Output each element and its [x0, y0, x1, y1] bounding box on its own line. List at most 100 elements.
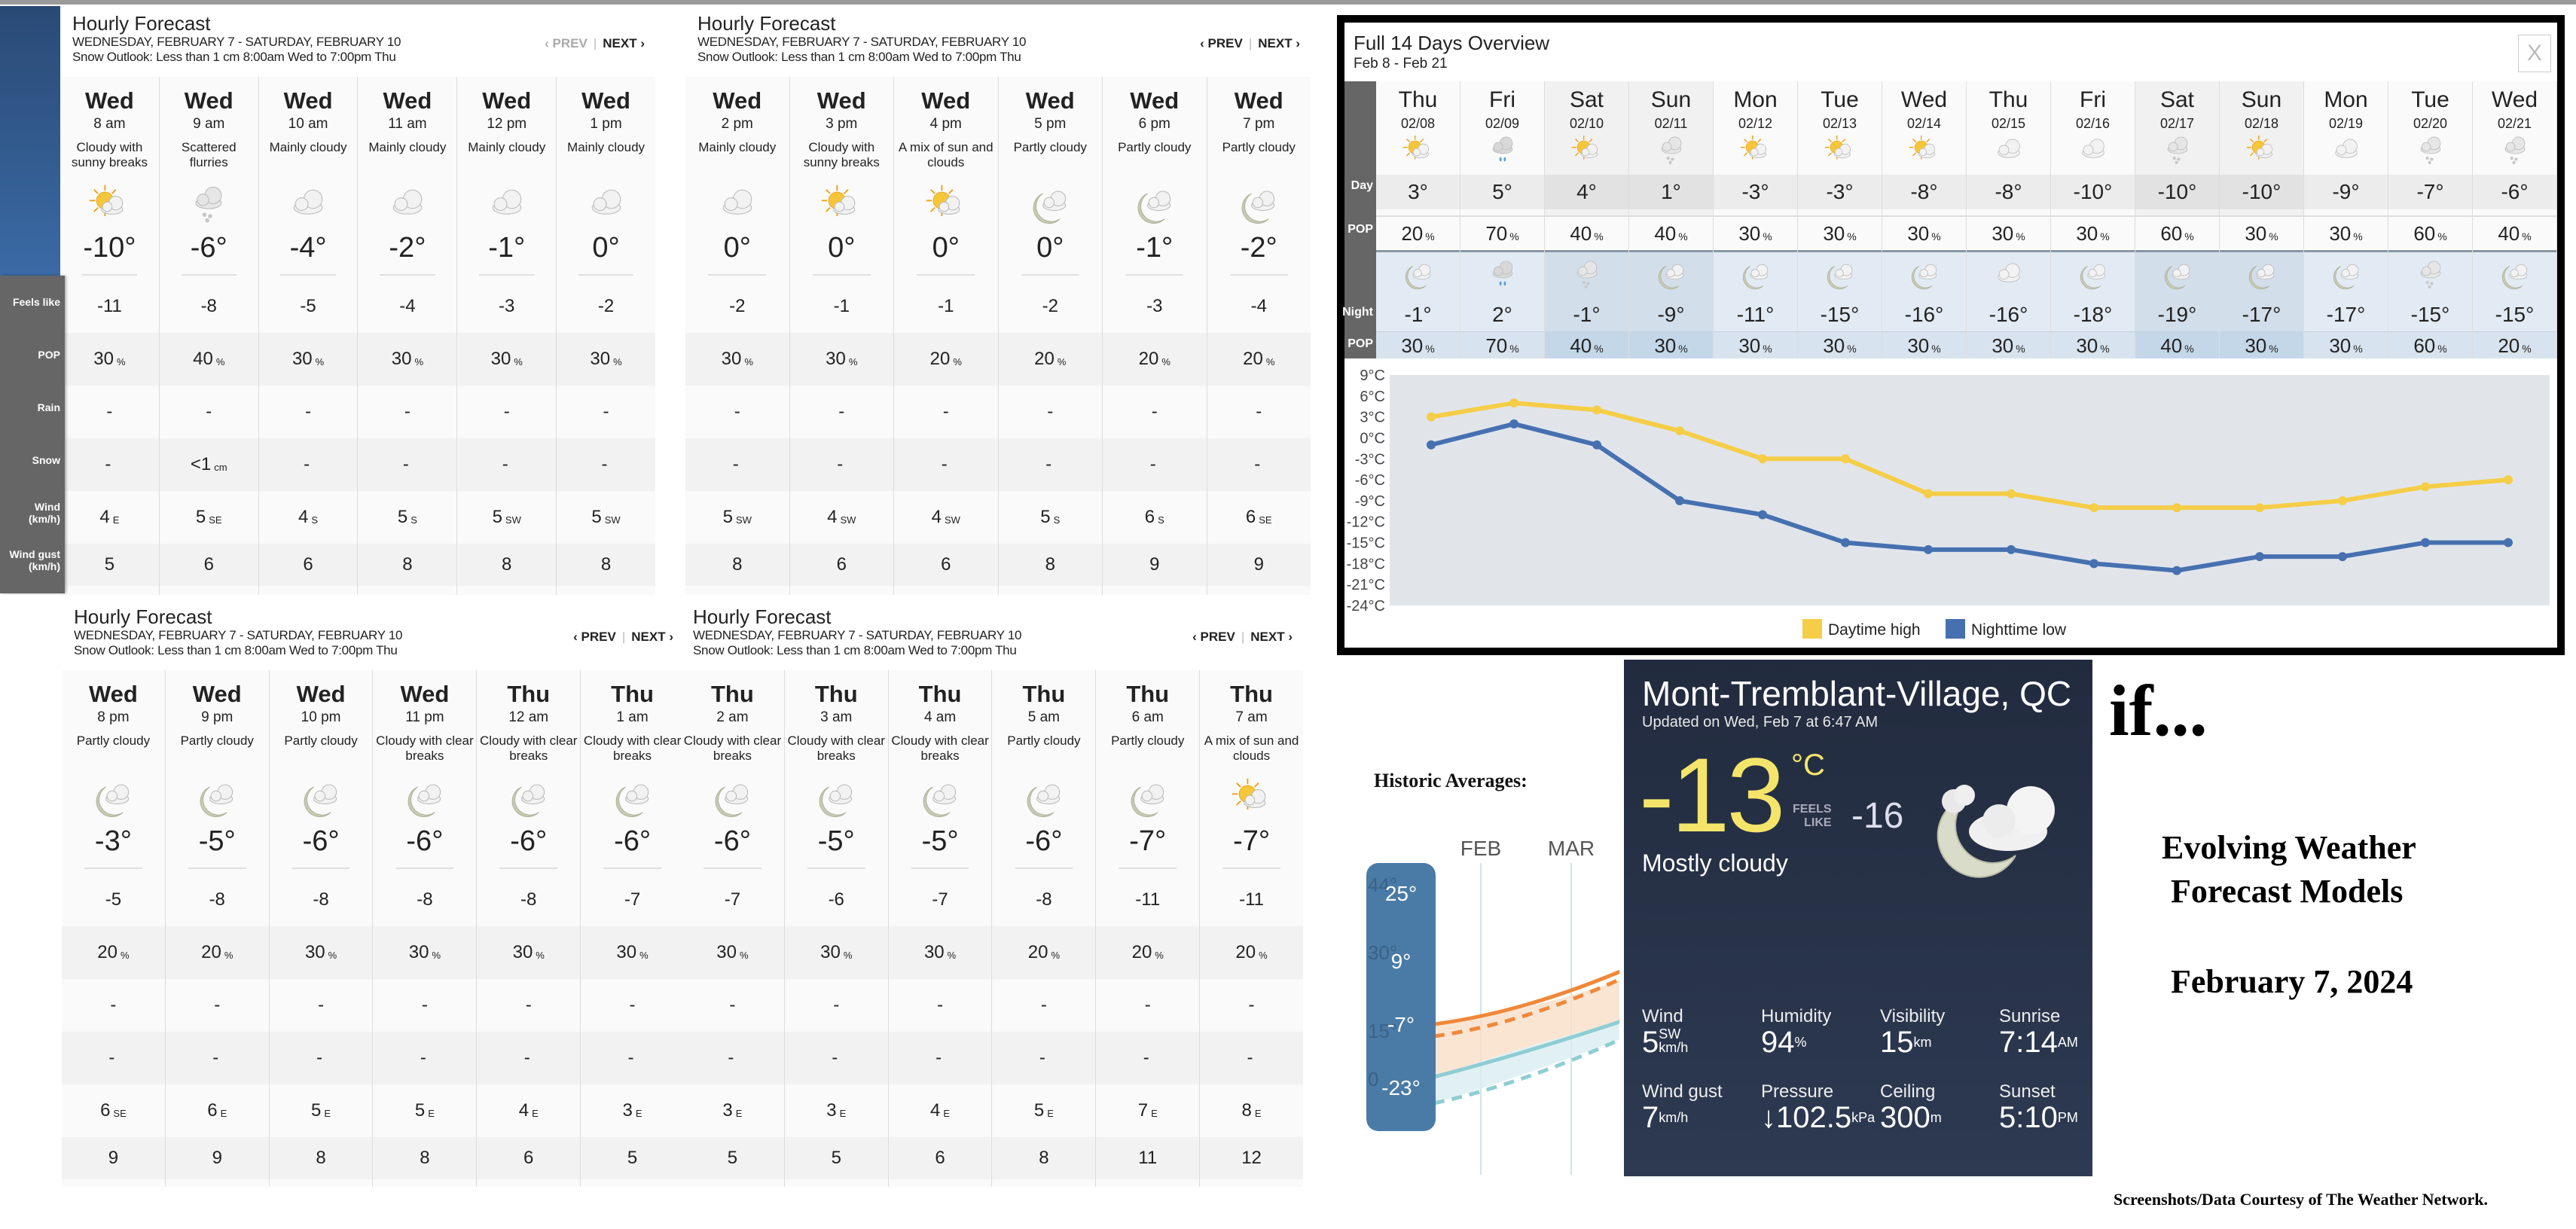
- wind-value: 4: [931, 507, 942, 527]
- wind-gust-cell: 8: [373, 1137, 477, 1179]
- feels-like-value: -11: [1135, 889, 1161, 910]
- scale-label: 9°: [1391, 950, 1412, 973]
- rain-value: -: [404, 401, 411, 422]
- hour-summary: Wed 7 pm Partly cloudy -2°: [1207, 77, 1311, 280]
- night-pop-value: 30: [1654, 334, 1677, 357]
- pop-unit: %: [843, 949, 853, 961]
- prev-button[interactable]: ‹ PREV: [1200, 36, 1243, 50]
- divider: [81, 274, 138, 276]
- cloud-icon: [715, 182, 760, 227]
- next-button[interactable]: NEXT ›: [631, 630, 673, 644]
- hour-time: 3 am: [820, 709, 853, 725]
- pct-unit: %: [1594, 230, 1604, 242]
- night-low: -1°: [1573, 303, 1601, 326]
- prev-button[interactable]: ‹ PREV: [545, 36, 588, 50]
- pop-value: 30: [721, 349, 742, 369]
- day-high: -9°: [2304, 175, 2388, 209]
- close-button[interactable]: X: [2518, 35, 2551, 72]
- data-point-low: [1924, 544, 1933, 554]
- pop-value: 20: [929, 349, 951, 369]
- next-button[interactable]: NEXT ›: [1258, 36, 1300, 50]
- hour-summary: Thu 6 am Partly cloudy -7°: [1096, 670, 1199, 874]
- pop-value: 20: [1235, 942, 1256, 962]
- next-button[interactable]: NEXT ›: [603, 36, 645, 50]
- day-pop: 60%: [2388, 215, 2472, 249]
- feels-like-value: -2: [1042, 296, 1058, 316]
- day-high: -8°: [1967, 175, 2050, 209]
- hour-temperature: -1°: [1136, 232, 1174, 264]
- pop-value: 30: [490, 349, 511, 369]
- pop-cell: 30%: [789, 333, 893, 386]
- day-high: -10°: [2135, 175, 2219, 209]
- wind-direction: E: [1254, 1107, 1262, 1119]
- moon-cloud-icon: [1918, 765, 2061, 878]
- hour-temperature: -6°: [190, 232, 227, 264]
- hourly-header: Hourly Forecast WEDNESDAY, FEBRUARY 7 - …: [62, 599, 684, 666]
- wind-gust-cell: 6: [894, 544, 998, 586]
- wind-gust-cell: 6: [159, 544, 258, 586]
- hour-column: Thu 4 am Cloudy with clear breaks -5° -7…: [888, 670, 993, 1187]
- sun-cloud-icon: [1738, 133, 1773, 169]
- divider: [380, 274, 435, 276]
- pop-value: 30: [820, 942, 841, 962]
- snow-cell: -: [581, 1032, 684, 1084]
- prev-button[interactable]: ‹ PREV: [1192, 630, 1235, 644]
- wind-cell: 5 SW: [557, 491, 655, 544]
- hour-column: Wed 11 am Mainly cloudy -2° -4 30% - - 5…: [358, 77, 458, 595]
- night-pop-value: 30: [1738, 334, 1761, 357]
- day-of-week: Mon: [1733, 87, 1778, 112]
- hourly-forecast-panel-2: Hourly Forecast WEDNESDAY, FEBRUARY 7 - …: [685, 6, 1311, 595]
- divider: [280, 274, 336, 276]
- rain-cell: -: [165, 979, 269, 1032]
- pop-unit: %: [953, 355, 962, 367]
- next-button[interactable]: NEXT ›: [1250, 630, 1293, 644]
- stat-unit-top: SW: [1659, 1026, 1681, 1041]
- snow-value: -: [601, 454, 608, 474]
- wind-direction: E: [839, 1107, 847, 1119]
- pct-unit: %: [2522, 230, 2532, 242]
- snow-value: -: [316, 1048, 323, 1068]
- hour-condition: Cloudy with clear breaks: [787, 733, 885, 763]
- rain-cell: -: [1103, 386, 1207, 438]
- overview-day-column: Thu 02/15 -8° 30% -16° 30%: [1967, 81, 2051, 358]
- hour-column: Wed 7 pm Partly cloudy -2° -4 20% - - 6S…: [1207, 77, 1311, 595]
- feels-like-value: -8: [417, 889, 433, 910]
- hour-day: Wed: [482, 87, 532, 114]
- flurries-icon: [1654, 133, 1689, 169]
- y-tick-label: -9°C: [1355, 493, 1385, 510]
- wind-cell: 5E: [992, 1084, 1096, 1137]
- day-pop: 40%: [1629, 215, 1713, 249]
- snow-cell: -: [1207, 438, 1311, 491]
- wind-gust-value: 5: [831, 1148, 841, 1168]
- stat-value-row: 5:10PM: [1999, 1102, 2112, 1133]
- wind-direction: SE: [113, 1107, 127, 1119]
- night-pop-value: 60: [2413, 334, 2436, 357]
- sun-cloud-icon: [87, 182, 132, 227]
- day-of-week: Sun: [2241, 87, 2282, 112]
- wind-direction: E: [428, 1107, 435, 1119]
- hour-summary: Wed 11 pm Cloudy with clear breaks -6°: [373, 670, 476, 874]
- feels-like-cell: -11: [1096, 874, 1200, 926]
- pop-cell: 30%: [581, 926, 684, 979]
- pop-value: 30: [408, 942, 429, 962]
- overview-day-column: Sat 02/17 -10° 60% -19° 40%: [2135, 81, 2220, 358]
- rain-value: -: [525, 995, 532, 1015]
- hour-time: 3 pm: [826, 116, 858, 132]
- moon-cloud-icon: [402, 776, 447, 821]
- snow-value: -: [935, 1048, 942, 1068]
- data-point-high: [2504, 475, 2513, 485]
- prev-button[interactable]: ‹ PREV: [573, 630, 616, 644]
- hour-day: Wed: [400, 681, 450, 707]
- wind-gust-value: 6: [935, 1148, 945, 1168]
- wind-cell: 5S: [998, 491, 1102, 544]
- day-of-week: Thu: [1988, 87, 2028, 112]
- day-high: 1°: [1629, 175, 1713, 209]
- hour-summary: Thu 7 am A mix of sun and clouds -7°: [1200, 670, 1303, 874]
- day-date: 02/21: [2497, 116, 2532, 131]
- wind-cell: 5 SE: [159, 491, 258, 544]
- cloud-icon: [1992, 256, 2026, 294]
- divider: [188, 868, 246, 869]
- pop-cell: 30%: [685, 333, 789, 386]
- pop-unit: %: [947, 949, 957, 961]
- data-point-high: [2172, 503, 2181, 513]
